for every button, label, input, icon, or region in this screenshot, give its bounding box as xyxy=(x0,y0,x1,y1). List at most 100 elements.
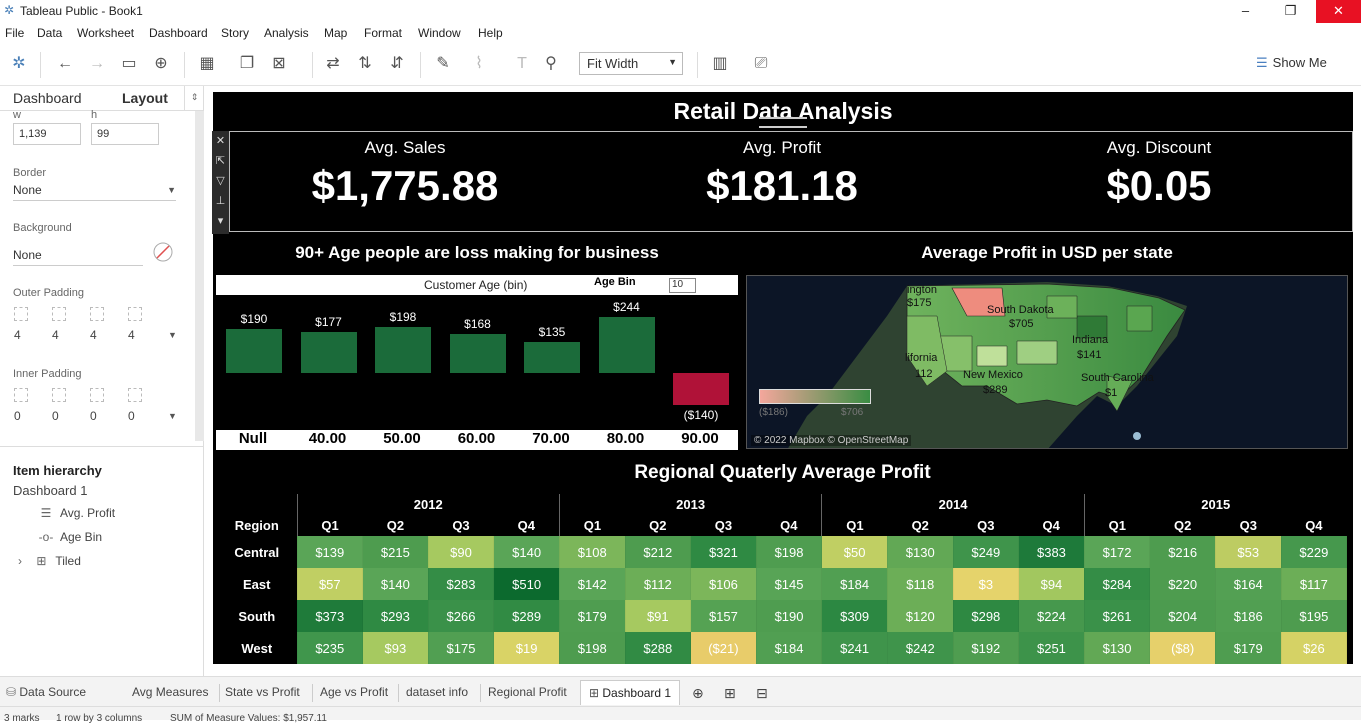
profit-cell[interactable]: $175 xyxy=(428,632,495,664)
swap-rows-columns-icon[interactable]: ⇄ xyxy=(322,53,344,75)
profit-cell[interactable]: $204 xyxy=(1149,600,1216,632)
profit-cell[interactable]: $90 xyxy=(428,536,495,568)
profit-cell[interactable]: $192 xyxy=(953,632,1020,664)
new-worksheet-tab-icon[interactable]: ⊕ xyxy=(692,685,704,702)
profit-cell[interactable]: $229 xyxy=(1281,536,1348,568)
menu-format[interactable]: Format xyxy=(364,26,402,40)
width-stepper[interactable]: 1,139 xyxy=(13,123,81,145)
profit-cell[interactable]: $139 xyxy=(296,536,364,568)
group-members-icon[interactable]: ⌇ xyxy=(468,53,490,75)
profit-cell[interactable]: $140 xyxy=(362,568,429,600)
hierarchy-item-avg-profit[interactable]: ☰ Avg. Profit xyxy=(38,506,116,520)
profit-cell[interactable]: $289 xyxy=(493,600,560,632)
age-bar[interactable] xyxy=(449,334,506,373)
profit-cell[interactable]: $298 xyxy=(953,600,1020,632)
go-to-sheet-icon[interactable]: ⇱ xyxy=(212,151,229,171)
menu-help[interactable]: Help xyxy=(478,26,503,40)
new-dashboard-tab-icon[interactable]: ⊞ xyxy=(724,685,736,702)
hierarchy-item-tiled[interactable]: › ⊞ Tiled xyxy=(18,554,81,568)
profit-cell[interactable]: $118 xyxy=(887,568,954,600)
profit-cell[interactable]: $130 xyxy=(887,536,954,568)
profit-cell[interactable]: $93 xyxy=(362,632,429,664)
profit-cell[interactable]: $309 xyxy=(821,600,888,632)
close-window-button[interactable]: ✕ xyxy=(1316,0,1361,23)
more-options-icon[interactable]: ▾ xyxy=(212,211,229,231)
profit-cell[interactable]: $140 xyxy=(493,536,560,568)
profit-cell[interactable]: $195 xyxy=(1281,600,1348,632)
sort-descending-icon[interactable]: ⇵ xyxy=(386,53,408,75)
hierarchy-root[interactable]: Dashboard 1 xyxy=(13,483,87,498)
show-mark-labels-icon[interactable]: T xyxy=(511,53,533,75)
profit-cell[interactable]: $57 xyxy=(296,568,364,600)
fix-axes-icon[interactable]: ⚲ xyxy=(540,53,562,75)
age-bin-param-input[interactable]: 10 xyxy=(669,278,696,293)
panel-menu-icon[interactable]: ⇕ xyxy=(184,86,204,111)
profit-cell[interactable]: ($21) xyxy=(690,632,757,664)
tab-regional-profit[interactable]: Regional Profit xyxy=(488,685,567,699)
profit-cell[interactable]: $157 xyxy=(690,600,757,632)
new-story-tab-icon[interactable]: ⊟ xyxy=(756,685,768,702)
panel-scrollbar[interactable] xyxy=(195,111,204,441)
profit-cell[interactable]: $293 xyxy=(362,600,429,632)
age-bar[interactable] xyxy=(598,316,655,373)
tab-state-vs-profit[interactable]: State vs Profit xyxy=(225,685,300,699)
regional-profit-table[interactable]: 2012 2013 2014 2015 Region Q1 Q2 Q3 Q4 Q1 Q2 Q… xyxy=(217,494,1348,664)
profit-cell[interactable]: $112 xyxy=(625,568,692,600)
menu-map[interactable]: Map xyxy=(324,26,347,40)
profit-cell[interactable]: $179 xyxy=(558,600,626,632)
maximize-button[interactable]: ❐ xyxy=(1268,0,1313,23)
age-bar[interactable] xyxy=(375,327,431,373)
show-cards-icon[interactable]: ▥ xyxy=(709,53,731,75)
profit-cell[interactable]: $212 xyxy=(625,536,692,568)
profit-cell[interactable]: $284 xyxy=(1083,568,1151,600)
profit-cell[interactable]: $117 xyxy=(1281,568,1348,600)
age-bar[interactable] xyxy=(524,341,580,373)
tab-dataset-info[interactable]: dataset info xyxy=(406,685,468,699)
profit-cell[interactable]: $373 xyxy=(296,600,364,632)
menu-data[interactable]: Data xyxy=(37,26,62,40)
profit-cell[interactable]: $321 xyxy=(690,536,757,568)
menu-worksheet[interactable]: Worksheet xyxy=(77,26,134,40)
tab-avg-measures[interactable]: Avg Measures xyxy=(132,685,208,699)
tab-dashboard-1[interactable]: ⊞ Dashboard 1 xyxy=(580,680,681,705)
menu-story[interactable]: Story xyxy=(221,26,249,40)
menu-file[interactable]: File xyxy=(5,26,24,40)
profit-cell[interactable]: $261 xyxy=(1083,600,1151,632)
profit-cell[interactable]: $288 xyxy=(625,632,692,664)
profit-cell[interactable]: ($8) xyxy=(1149,632,1216,664)
profit-cell[interactable]: $220 xyxy=(1149,568,1216,600)
profit-cell[interactable]: $510 xyxy=(493,568,560,600)
minimize-button[interactable]: – xyxy=(1223,0,1268,23)
profit-cell[interactable]: $198 xyxy=(756,536,823,568)
height-stepper[interactable]: 99 xyxy=(91,123,159,145)
show-me-button[interactable]: ☰ Show Me xyxy=(1256,55,1327,71)
remove-icon[interactable]: ✕ xyxy=(212,131,229,151)
undo-icon[interactable]: ← xyxy=(54,53,76,75)
state-profit-map[interactable]: ington $175 South Dakota $705 Indiana $1… xyxy=(746,275,1348,449)
menu-window[interactable]: Window xyxy=(418,26,461,40)
profit-cell[interactable]: $26 xyxy=(1281,632,1348,664)
profit-cell[interactable]: $19 xyxy=(493,632,560,664)
fit-dropdown[interactable]: Fit Width ▼ xyxy=(579,52,683,75)
chevron-right-icon[interactable]: › xyxy=(18,554,30,568)
profit-cell[interactable]: $164 xyxy=(1215,568,1282,600)
profit-cell[interactable]: $383 xyxy=(1018,536,1085,568)
profit-cell[interactable]: $50 xyxy=(821,536,888,568)
profit-cell[interactable]: $216 xyxy=(1149,536,1216,568)
inner-padding-bottom[interactable]: 0 xyxy=(128,409,135,423)
inner-padding-top[interactable]: 0 xyxy=(52,409,59,423)
outer-padding-top[interactable]: 4 xyxy=(52,328,59,342)
profit-cell[interactable]: $3 xyxy=(953,568,1020,600)
no-color-icon[interactable] xyxy=(152,241,174,263)
profit-cell[interactable]: $283 xyxy=(428,568,495,600)
profit-cell[interactable]: $266 xyxy=(428,600,495,632)
background-dropdown[interactable]: None xyxy=(13,248,143,266)
outer-padding-caret-icon[interactable]: ▼ xyxy=(168,330,177,340)
profit-cell[interactable]: $142 xyxy=(558,568,626,600)
menu-analysis[interactable]: Analysis xyxy=(264,26,309,40)
profit-cell[interactable]: $106 xyxy=(690,568,757,600)
profit-cell[interactable]: $145 xyxy=(756,568,823,600)
profit-cell[interactable]: $249 xyxy=(953,536,1020,568)
profit-cell[interactable]: $190 xyxy=(756,600,823,632)
profit-cell[interactable]: $235 xyxy=(296,632,364,664)
